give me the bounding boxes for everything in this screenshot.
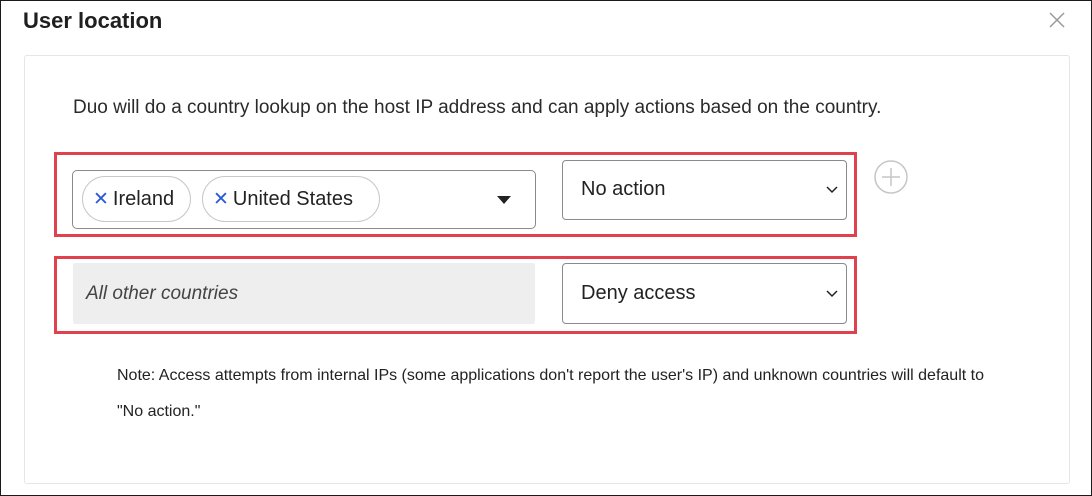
- note-text: Note: Access attempts from internal IPs …: [117, 367, 984, 420]
- chevron-down-icon: [826, 186, 838, 194]
- description-text: Duo will do a country lookup on the host…: [73, 97, 882, 118]
- chevron-down-icon: [826, 289, 838, 297]
- add-rule-button[interactable]: [874, 160, 908, 194]
- close-icon[interactable]: [1046, 9, 1068, 31]
- caret-down-icon[interactable]: [497, 196, 511, 204]
- remove-country-icon[interactable]: ✕: [93, 190, 109, 209]
- other-countries-label-box: All other countries: [73, 263, 535, 324]
- country-action-value: No action: [581, 178, 666, 201]
- country-multiselect[interactable]: ✕ Ireland ✕ United States: [72, 170, 536, 229]
- other-countries-action-select[interactable]: Deny access: [562, 263, 847, 324]
- remove-country-icon[interactable]: ✕: [213, 190, 229, 209]
- other-countries-label: All other countries: [86, 282, 239, 304]
- other-countries-action-value: Deny access: [581, 281, 696, 304]
- country-chip-label: Ireland: [112, 187, 175, 210]
- country-chip-label: United States: [232, 187, 353, 210]
- country-chip-ireland: ✕ Ireland: [82, 176, 191, 222]
- country-chip-united-states: ✕ United States: [202, 176, 380, 222]
- country-action-select[interactable]: No action: [562, 160, 847, 220]
- dialog-title: User location: [23, 8, 163, 33]
